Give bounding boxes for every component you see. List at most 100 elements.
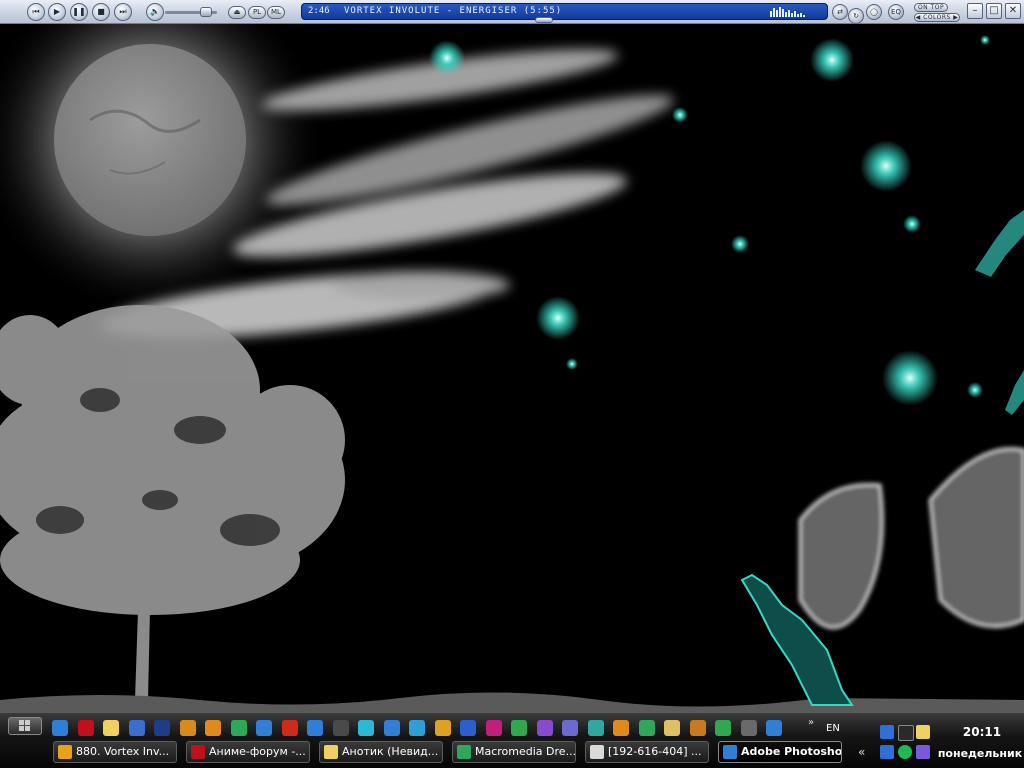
- wallpaper-image: [0, 0, 1024, 712]
- tray-player-icon[interactable]: [898, 745, 912, 759]
- game-icon[interactable]: [179, 720, 196, 736]
- repeat-button[interactable]: ↻: [848, 8, 864, 24]
- visualizer-icon: [770, 7, 805, 17]
- task-app-icon: [457, 745, 471, 759]
- seek-handle[interactable]: [535, 17, 553, 23]
- settings-icon[interactable]: [562, 720, 578, 736]
- task-button[interactable]: 880. Vortex Inv...: [53, 741, 177, 763]
- media-player-bar: ⏮ ▶ ❚❚ ■ ⏭ 🔈 ⏏ PL ML 2:46 VORTEX INVOLUT…: [0, 0, 1024, 24]
- mail-icon[interactable]: [205, 720, 221, 736]
- task-app-icon: [191, 745, 205, 759]
- close-icon: ✕: [1008, 5, 1018, 16]
- minimize-icon: –: [972, 5, 978, 16]
- on-top-button[interactable]: ON TOP: [914, 3, 948, 12]
- previous-track-button[interactable]: ⏮: [27, 3, 45, 21]
- reader-icon[interactable]: [485, 720, 502, 736]
- song-display: 2:46 VORTEX INVOLUTE - ENERGISER (5:55): [301, 3, 828, 20]
- cd-icon[interactable]: [358, 720, 374, 736]
- close-button[interactable]: ✕: [1005, 3, 1021, 19]
- tray-update-icon[interactable]: [916, 745, 930, 759]
- task-label: Adobe Photoshop: [741, 745, 842, 758]
- brush-icon[interactable]: [715, 720, 731, 736]
- stop-icon: ■: [97, 7, 105, 16]
- next-track-button[interactable]: ⏭: [114, 3, 132, 21]
- previous-icon: ⏮: [32, 7, 40, 16]
- media-library-button[interactable]: ML: [267, 6, 285, 19]
- colors-button[interactable]: ◀ COLORS ▶: [914, 13, 960, 22]
- dreamweaver-icon[interactable]: [638, 720, 655, 736]
- elapsed-time: 2:46: [308, 6, 330, 16]
- clock[interactable]: 20:11: [944, 725, 1020, 739]
- task-label: 880. Vortex Inv...: [76, 745, 170, 758]
- equalizer-button[interactable]: EQ: [888, 4, 904, 20]
- purple-icon[interactable]: [536, 720, 553, 736]
- excel-icon[interactable]: [511, 720, 527, 736]
- seek-bar[interactable]: [301, 19, 828, 23]
- left-arrow-icon: ◀: [915, 14, 921, 21]
- day-of-week: понедельник: [937, 747, 1023, 760]
- language-indicator[interactable]: EN: [826, 723, 840, 734]
- restore-button[interactable]: □: [986, 3, 1002, 19]
- task-app-icon: [723, 745, 737, 759]
- flash-icon[interactable]: [281, 720, 298, 736]
- quick-launch-more-icon[interactable]: »: [808, 717, 814, 728]
- media-icon[interactable]: [256, 720, 272, 736]
- system-tray: [876, 715, 936, 767]
- graph-icon[interactable]: [587, 720, 604, 736]
- image-icon[interactable]: [434, 720, 451, 736]
- playlist-button[interactable]: PL: [248, 6, 266, 19]
- volume-slider-handle[interactable]: [200, 7, 212, 17]
- minimize-button[interactable]: –: [967, 3, 983, 19]
- fireworks-icon[interactable]: [613, 720, 629, 736]
- tray-app-icon[interactable]: [898, 725, 914, 741]
- terminal-icon[interactable]: [332, 720, 349, 736]
- tray-messenger-icon[interactable]: [916, 725, 930, 739]
- right-arrow-icon: ▶: [953, 14, 959, 21]
- speaker-icon: 🔈: [150, 7, 160, 16]
- tray-network-icon[interactable]: [880, 745, 894, 759]
- lightning-icon[interactable]: [383, 720, 400, 736]
- crossfade-button[interactable]: ◯: [866, 4, 882, 20]
- word-icon[interactable]: [460, 720, 476, 736]
- next-icon: ⏭: [119, 7, 127, 16]
- shuffle-icon: ⇄: [837, 8, 843, 16]
- folder-icon[interactable]: [664, 720, 680, 736]
- task-button[interactable]: [192-616-404] ...: [585, 741, 709, 763]
- task-app-icon: [590, 745, 604, 759]
- eject-icon: ⏏: [233, 8, 241, 16]
- taskbar: » EN 880. Vortex Inv... Аниме-форум -... А…: [0, 712, 1024, 768]
- stop-button[interactable]: ■: [92, 3, 110, 21]
- play-button[interactable]: ▶: [48, 3, 66, 21]
- task-button[interactable]: Анотик (Невид...: [319, 741, 443, 763]
- task-label: Анотик (Невид...: [342, 745, 439, 758]
- tray-save-icon[interactable]: [880, 725, 894, 739]
- mute-button[interactable]: 🔈: [146, 3, 164, 21]
- task-label: Macromedia Dre...: [475, 745, 576, 758]
- calc-icon[interactable]: [766, 720, 782, 736]
- pause-button[interactable]: ❚❚: [70, 3, 88, 21]
- save-icon[interactable]: [154, 720, 170, 736]
- eject-button[interactable]: ⏏: [228, 6, 246, 19]
- task-button[interactable]: Аниме-форум -...: [186, 741, 310, 763]
- photoshop-icon[interactable]: [307, 720, 323, 736]
- opera-icon[interactable]: [77, 720, 94, 736]
- paint-icon[interactable]: [689, 720, 706, 736]
- pause-icon: ❚❚: [72, 7, 86, 16]
- start-button[interactable]: [8, 717, 42, 735]
- globe-icon[interactable]: [409, 720, 425, 736]
- ie-icon[interactable]: [52, 720, 68, 736]
- windows-logo-icon: [19, 720, 30, 731]
- task-button[interactable]: Adobe Photoshop: [718, 741, 842, 763]
- task-button[interactable]: Macromedia Dre...: [452, 741, 576, 763]
- doc-icon[interactable]: [128, 720, 145, 736]
- task-label: Аниме-форум -...: [209, 745, 306, 758]
- task-scroll-icon[interactable]: «: [858, 745, 865, 759]
- app-icon[interactable]: [103, 720, 119, 736]
- desktop: [0, 0, 1024, 712]
- repeat-icon: ↻: [853, 12, 859, 20]
- browser-icon[interactable]: [230, 720, 247, 736]
- task-app-icon: [324, 745, 338, 759]
- shuffle-button[interactable]: ⇄: [832, 4, 848, 20]
- notepad-icon[interactable]: [740, 720, 757, 736]
- track-title: VORTEX INVOLUTE - ENERGISER (5:55): [344, 6, 563, 16]
